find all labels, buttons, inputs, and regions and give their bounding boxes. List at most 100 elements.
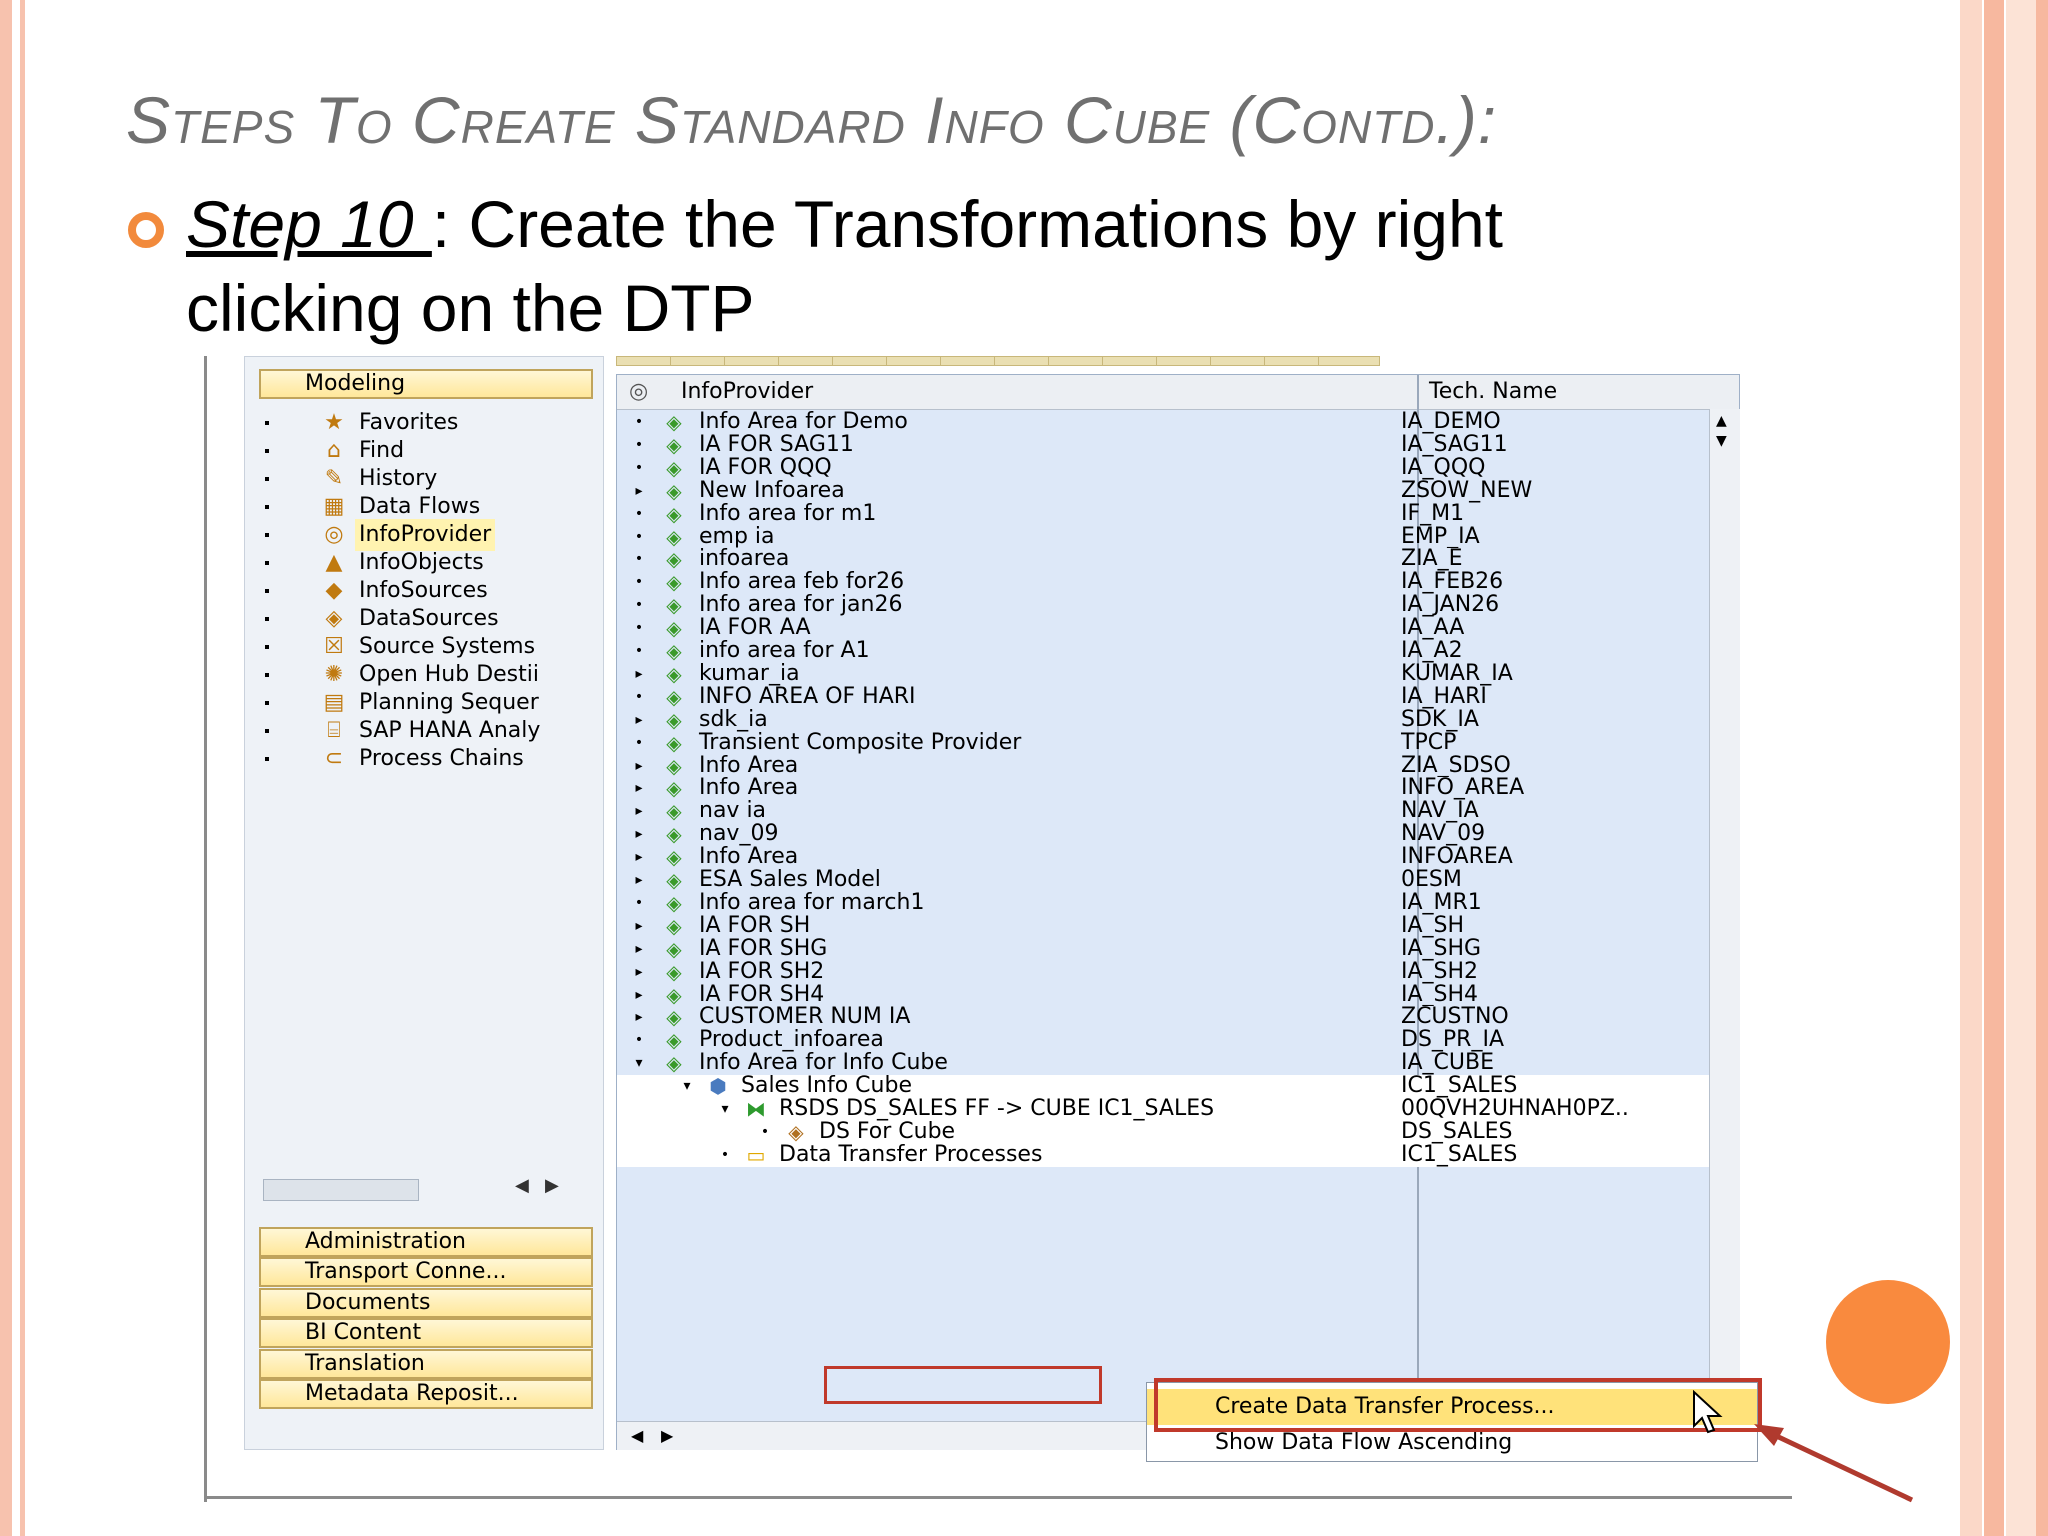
tree-row[interactable]: ▾ ⧓ RSDS DS_SALES FF -> CUBE IC1_SALES 00QV… (617, 1097, 1723, 1121)
tree-row[interactable]: ▾ ◈ Info Area for Info Cube IA_CUBE (617, 1051, 1723, 1075)
leaf-dot-icon[interactable]: • (631, 457, 647, 480)
expand-icon[interactable]: ▸ (631, 1006, 647, 1029)
tree-row[interactable]: • ◈ Info area for m1 IF_M1 (617, 502, 1723, 526)
tree-row[interactable]: • ◈ emp ia EMP_IA (617, 525, 1723, 549)
toolbar-button[interactable] (1048, 356, 1110, 366)
leaf-dot-icon[interactable]: • (631, 686, 647, 709)
modeling-button[interactable]: Modeling (259, 369, 593, 399)
tree-row[interactable]: • ◈ Info area feb for26 IA_FEB26 (617, 570, 1723, 594)
tree-row[interactable]: • ◈ info area for A1 IA_A2 (617, 639, 1723, 663)
toolbar-button[interactable] (1156, 356, 1218, 366)
tree-row[interactable]: ▸ ◈ New Infoarea ZSOW_NEW (617, 479, 1723, 503)
column-header-infoprovider[interactable]: InfoProvider (681, 379, 813, 404)
tree-row[interactable]: ▸ ◈ IA FOR SH IA_SH (617, 914, 1723, 938)
expand-icon[interactable]: ▸ (631, 800, 647, 823)
leaf-dot-icon[interactable]: • (631, 617, 647, 640)
slide-border-right (1960, 0, 1982, 1536)
expand-icon[interactable]: ▸ (631, 915, 647, 938)
expand-icon[interactable]: ▸ (631, 869, 647, 892)
scroll-down-icon[interactable]: ▼ (1716, 433, 1727, 449)
tree-row[interactable]: ▸ ◈ Info Area ZIA_SDSO (617, 754, 1723, 778)
tree-row[interactable]: ▸ ◈ IA FOR SH2 IA_SH2 (617, 960, 1723, 984)
tree-row[interactable]: ▸ ◈ nav ia NAV_IA (617, 799, 1723, 823)
leaf-dot-icon[interactable]: • (631, 548, 647, 571)
tree-row[interactable]: • ◈ IA FOR AA IA_AA (617, 616, 1723, 640)
mouse-cursor-icon (1693, 1390, 1723, 1434)
collapse-icon[interactable]: ▾ (631, 1052, 647, 1075)
expand-icon[interactable]: ▸ (631, 755, 647, 778)
scroll-left-icon[interactable]: ◀ (515, 1175, 529, 1196)
expand-icon[interactable]: ▸ (631, 938, 647, 961)
scroll-right-icon[interactable]: ▶ (545, 1175, 559, 1196)
toolbar-button[interactable] (832, 356, 894, 366)
tree-row[interactable]: ▸ ◈ IA FOR SH4 IA_SH4 (617, 983, 1723, 1007)
column-header-tech-name[interactable]: Tech. Name (1429, 379, 1557, 404)
tree-row[interactable]: • ◈ IA FOR QQQ IA_QQQ (617, 456, 1723, 480)
tree-row[interactable]: ▸ ◈ Info Area INFOAREA (617, 845, 1723, 869)
leaf-dot-icon[interactable]: • (717, 1144, 733, 1167)
toolbar-button[interactable] (724, 356, 786, 366)
administration-button[interactable]: Administration (259, 1227, 593, 1257)
scroll-right-icon[interactable]: ▶ (661, 1426, 673, 1445)
tree-row[interactable]: • ◈ Product_infoarea DS_PR_IA (617, 1028, 1723, 1052)
toolbar-button[interactable] (1318, 356, 1380, 366)
transport-conne-button[interactable]: Transport Conne... (259, 1257, 593, 1288)
tree-row[interactable]: ▸ ◈ CUSTOMER NUM IA ZCUSTNO (617, 1005, 1723, 1029)
tree-row[interactable]: • ◈ DS For Cube DS_SALES (617, 1120, 1723, 1144)
leaf-dot-icon[interactable]: • (631, 434, 647, 457)
toolbar-button[interactable] (670, 356, 732, 366)
leaf-dot-icon[interactable]: • (631, 892, 647, 915)
toolbar-button[interactable] (1264, 356, 1326, 366)
leaf-dot-icon[interactable]: • (631, 526, 647, 549)
scroll-up-icon[interactable]: ▲ (1716, 413, 1727, 429)
nav-horizontal-scrollbar[interactable] (263, 1179, 419, 1201)
leaf-dot-icon[interactable]: • (757, 1121, 773, 1144)
tree-row[interactable]: ▸ ◈ Info Area INFO_AREA (617, 776, 1723, 800)
toolbar-button[interactable] (994, 356, 1056, 366)
toolbar-button[interactable] (1102, 356, 1164, 366)
expand-icon[interactable]: ▸ (631, 846, 647, 869)
leaf-dot-icon[interactable]: • (631, 732, 647, 755)
leaf-dot-icon[interactable]: • (631, 594, 647, 617)
tree-row[interactable]: • ◈ Transient Composite Provider TPCP (617, 731, 1723, 755)
tree-row[interactable]: • ◈ Info Area for Demo IA_DEMO (617, 410, 1723, 434)
expand-icon[interactable]: ▸ (631, 777, 647, 800)
expand-icon[interactable]: ▸ (631, 961, 647, 984)
toolbar-button[interactable] (940, 356, 1002, 366)
toolbar-button[interactable] (778, 356, 840, 366)
translation-button[interactable]: Translation (259, 1348, 593, 1379)
tree-row[interactable]: • ◈ infoarea ZIA_E (617, 547, 1723, 571)
collapse-icon[interactable]: ▾ (717, 1098, 733, 1121)
leaf-dot-icon[interactable]: • (631, 640, 647, 663)
toolbar-button[interactable] (1210, 356, 1272, 366)
tree-row[interactable]: ▸ ◈ sdk_ia SDK_IA (617, 708, 1723, 732)
toolbar-button[interactable] (616, 356, 678, 366)
tree-row[interactable]: • ◈ IA FOR SAG11 IA_SAG11 (617, 433, 1723, 457)
tree-row[interactable]: • ◈ Info area for jan26 IA_JAN26 (617, 593, 1723, 617)
leaf-dot-icon[interactable]: • (631, 411, 647, 434)
toolbar-button[interactable] (886, 356, 948, 366)
leaf-dot-icon[interactable]: • (631, 503, 647, 526)
tree-row[interactable]: • ◈ INFO AREA OF HARI IA_HARI (617, 685, 1723, 709)
tree-row[interactable]: ▸ ◈ kumar_ia KUMAR_IA (617, 662, 1723, 686)
documents-button[interactable]: Documents (259, 1287, 593, 1318)
tree-row[interactable]: ▾ ⬢ Sales Info Cube IC1_SALES (617, 1074, 1723, 1098)
tree-row[interactable]: ▸ ◈ ESA Sales Model 0ESM (617, 868, 1723, 892)
expand-icon[interactable]: ▸ (631, 709, 647, 732)
expand-icon[interactable]: ▸ (631, 984, 647, 1007)
expand-icon[interactable]: ▸ (631, 480, 647, 503)
tree-vertical-scrollbar[interactable]: ▲ ▼ (1709, 409, 1740, 1449)
scroll-left-icon[interactable]: ◀ (631, 1426, 643, 1445)
leaf-dot-icon[interactable]: • (631, 571, 647, 594)
tree-row[interactable]: ▸ ◈ nav_09 NAV_09 (617, 822, 1723, 846)
tree-row[interactable]: • ◈ Info area for march1 IA_MR1 (617, 891, 1723, 915)
collapse-icon[interactable]: ▾ (679, 1075, 695, 1098)
metadata-reposit-button[interactable]: Metadata Reposit... (259, 1379, 593, 1409)
tree-row-dtp-folder[interactable]: • ▭ Data Transfer Processes IC1_SALES (617, 1143, 1723, 1167)
bi-content-button[interactable]: BI Content (259, 1318, 593, 1349)
nav-item-process-chains[interactable]: ⊂ Process Chains (263, 743, 603, 775)
expand-icon[interactable]: ▸ (631, 823, 647, 846)
expand-icon[interactable]: ▸ (631, 663, 647, 686)
tree-row[interactable]: ▸ ◈ IA FOR SHG IA_SHG (617, 937, 1723, 961)
leaf-dot-icon[interactable]: • (631, 1029, 647, 1052)
